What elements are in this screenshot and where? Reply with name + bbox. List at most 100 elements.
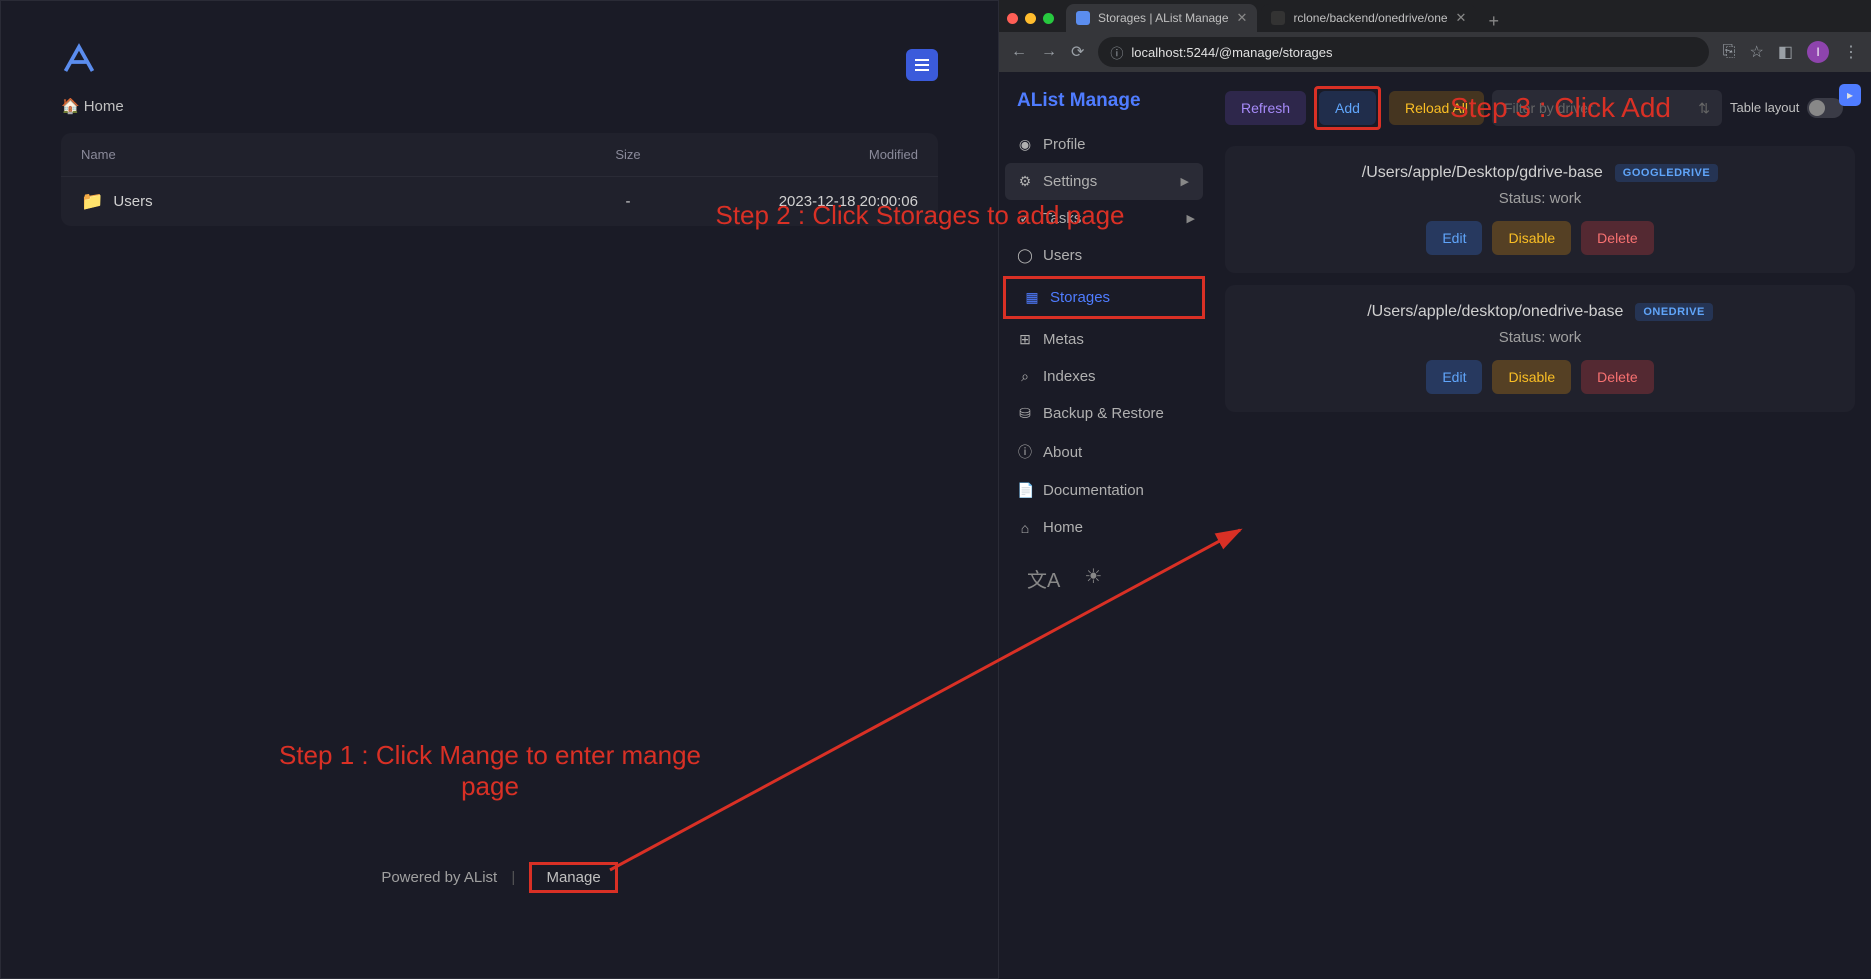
reload-button[interactable]: ⟳ xyxy=(1071,42,1084,62)
table-layout-toggle[interactable] xyxy=(1807,98,1843,118)
home-icon: 🏠 xyxy=(61,97,80,115)
nav-metas[interactable]: ⊞Metas xyxy=(999,321,1209,358)
disable-button[interactable]: Disable xyxy=(1492,360,1571,394)
new-tab-button[interactable]: + xyxy=(1480,11,1507,32)
theme-icon[interactable]: ☀ xyxy=(1084,564,1102,593)
nav-about[interactable]: ⓘAbout xyxy=(999,432,1209,472)
file-name: Users xyxy=(113,193,152,210)
storage-card: /Users/apple/desktop/onedrive-base ONEDR… xyxy=(1225,285,1855,412)
alist-manage-app: AList Manage ◉Profile ⚙Settings▶ ✓Tasks▶… xyxy=(999,72,1871,979)
tab-title: rclone/backend/onedrive/one xyxy=(1293,11,1447,25)
storage-path: /Users/apple/desktop/onedrive-base xyxy=(1367,303,1623,321)
search-icon: ⌕ xyxy=(1017,368,1033,385)
footer-powered: Powered by AList xyxy=(381,869,497,886)
doc-icon: 📄 xyxy=(1017,482,1033,499)
language-icon[interactable]: 文A xyxy=(1027,564,1060,593)
extension-badge[interactable]: ▸ xyxy=(1839,84,1861,106)
storage-icon: ▦ xyxy=(1024,289,1040,306)
file-modified: 2023-12-18 20:00:06 xyxy=(698,193,918,210)
profile-icon: ◉ xyxy=(1017,136,1033,153)
col-name[interactable]: Name xyxy=(81,147,558,162)
storage-driver-badge: ONEDRIVE xyxy=(1635,303,1712,321)
edit-button[interactable]: Edit xyxy=(1426,360,1482,394)
folder-icon: 📁 xyxy=(81,191,103,212)
storage-driver-badge: GOOGLEDRIVE xyxy=(1615,164,1718,182)
add-button[interactable]: Add xyxy=(1319,91,1376,125)
manage-link[interactable]: Manage xyxy=(546,869,600,886)
sidebar: AList Manage ◉Profile ⚙Settings▶ ✓Tasks▶… xyxy=(999,72,1209,979)
meta-icon: ⊞ xyxy=(1017,331,1033,348)
table-layout-label: Table layout xyxy=(1730,100,1799,117)
install-icon[interactable]: ⎘ xyxy=(1723,43,1736,61)
info-icon: ⓘ xyxy=(1017,442,1033,462)
chevron-right-icon: ▶ xyxy=(1181,175,1189,188)
close-icon[interactable]: ✕ xyxy=(1456,10,1467,26)
tab-favicon xyxy=(1076,11,1090,25)
storage-status: Status: work xyxy=(1243,329,1837,346)
nav-storages[interactable]: ▦Storages xyxy=(1006,279,1202,316)
storages-toolbar: Refresh Add Reload All Filter by driver … xyxy=(1225,86,1855,130)
col-size[interactable]: Size xyxy=(558,147,698,162)
filter-placeholder: Filter by driver xyxy=(1504,100,1593,116)
menu-icon[interactable]: ⋮ xyxy=(1843,42,1859,62)
alist-logo xyxy=(61,41,938,82)
browser-tab-active[interactable]: Storages | AList Manage ✕ xyxy=(1066,4,1257,32)
browser-tab[interactable]: rclone/backend/onedrive/one ✕ xyxy=(1261,4,1476,32)
disable-button[interactable]: Disable xyxy=(1492,221,1571,255)
back-button[interactable]: ← xyxy=(1011,43,1027,61)
storage-path: /Users/apple/Desktop/gdrive-base xyxy=(1362,164,1603,182)
add-button-highlight: Add xyxy=(1314,86,1381,130)
address-bar[interactable]: ⓘ localhost:5244/@manage/storages xyxy=(1098,37,1708,67)
chevron-right-icon: ▶ xyxy=(1187,212,1195,225)
window-controls[interactable] xyxy=(1007,13,1054,24)
file-list-header: Name Size Modified xyxy=(61,133,938,177)
edit-button[interactable]: Edit xyxy=(1426,221,1482,255)
browser-window: Storages | AList Manage ✕ rclone/backend… xyxy=(999,0,1871,979)
sidepanel-icon[interactable]: ◧ xyxy=(1778,42,1793,62)
breadcrumb[interactable]: 🏠 Home xyxy=(61,97,938,115)
browser-toolbar: ← → ⟳ ⓘ localhost:5244/@manage/storages … xyxy=(999,32,1871,72)
browser-tabbar: Storages | AList Manage ✕ rclone/backend… xyxy=(999,0,1871,32)
breadcrumb-home: Home xyxy=(84,98,124,115)
site-info-icon[interactable]: ⓘ xyxy=(1110,43,1123,62)
nav-documentation[interactable]: 📄Documentation xyxy=(999,472,1209,509)
app-title: AList Manage xyxy=(999,90,1209,126)
storage-status: Status: work xyxy=(1243,190,1837,207)
tab-title: Storages | AList Manage xyxy=(1098,11,1229,25)
footer-divider: | xyxy=(511,869,515,886)
file-list-panel: Name Size Modified 📁 Users - 2023-12-18 … xyxy=(61,133,938,226)
storage-card: /Users/apple/Desktop/gdrive-base GOOGLED… xyxy=(1225,146,1855,273)
nav-backup[interactable]: ⛁Backup & Restore xyxy=(999,395,1209,432)
reload-all-button[interactable]: Reload All xyxy=(1389,91,1484,125)
bookmark-icon[interactable]: ☆ xyxy=(1750,42,1764,62)
manage-link-highlight: Manage xyxy=(529,862,617,893)
nav-home[interactable]: ⌂Home xyxy=(999,509,1209,546)
user-icon: ◯ xyxy=(1017,247,1033,264)
nav-profile[interactable]: ◉Profile xyxy=(999,126,1209,163)
nav-indexes[interactable]: ⌕Indexes xyxy=(999,358,1209,395)
view-toggle-button[interactable] xyxy=(906,49,938,81)
profile-avatar[interactable]: I xyxy=(1807,41,1829,63)
nav-tasks[interactable]: ✓Tasks▶ xyxy=(999,200,1209,237)
col-modified[interactable]: Modified xyxy=(698,147,918,162)
gear-icon: ⚙ xyxy=(1017,173,1033,190)
updown-icon: ⇅ xyxy=(1698,100,1710,117)
delete-button[interactable]: Delete xyxy=(1581,360,1653,394)
close-icon[interactable]: ✕ xyxy=(1237,10,1248,26)
alist-home-window: 🏠 Home Name Size Modified 📁 Users - 2023… xyxy=(0,0,999,979)
footer: Powered by AList | Manage xyxy=(1,862,998,893)
tab-favicon xyxy=(1271,11,1285,25)
forward-button[interactable]: → xyxy=(1041,43,1057,61)
home-icon: ⌂ xyxy=(1017,520,1033,536)
refresh-button[interactable]: Refresh xyxy=(1225,91,1306,125)
database-icon: ⛁ xyxy=(1017,405,1033,422)
nav-settings[interactable]: ⚙Settings▶ xyxy=(1005,163,1203,200)
file-size: - xyxy=(558,193,698,210)
url-text: localhost:5244/@manage/storages xyxy=(1131,45,1332,60)
nav-users[interactable]: ◯Users xyxy=(999,237,1209,274)
file-row[interactable]: 📁 Users - 2023-12-18 20:00:06 xyxy=(61,177,938,226)
tasks-icon: ✓ xyxy=(1017,210,1033,227)
delete-button[interactable]: Delete xyxy=(1581,221,1653,255)
main-content: Refresh Add Reload All Filter by driver … xyxy=(1209,72,1871,979)
filter-driver-select[interactable]: Filter by driver ⇅ xyxy=(1492,90,1722,126)
